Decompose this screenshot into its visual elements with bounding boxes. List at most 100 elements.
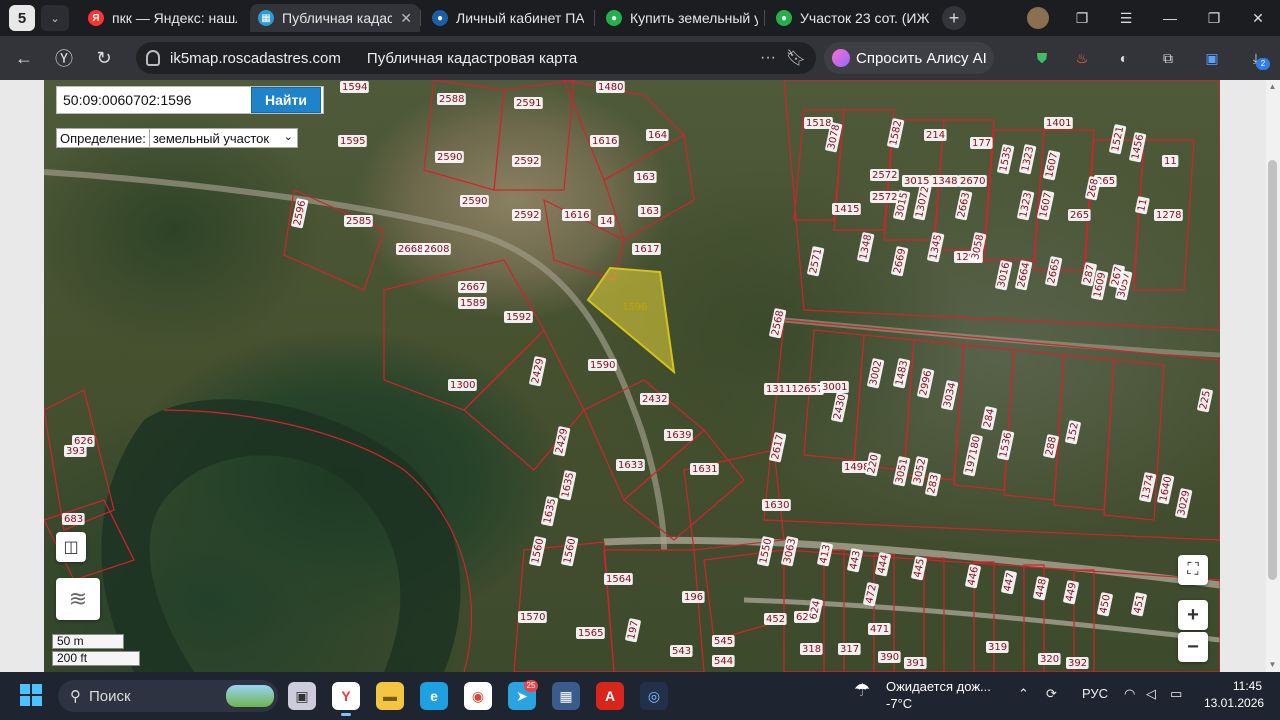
map-overlay: 1596 1594 2588 2591 1480 1595 1616 164 2590 2592… (44, 80, 1220, 672)
parcel-label: 225 (1197, 388, 1213, 413)
parcel-label: 318 (800, 643, 823, 655)
protect-shield-icon[interactable]: ⛊ (1030, 46, 1054, 70)
parcel-number: 317 (840, 644, 859, 655)
calculator-icon[interactable]: ▦ (552, 682, 580, 710)
restore-icon[interactable]: ❐ (1192, 0, 1236, 36)
measure-ruler-icon[interactable]: ◫ (56, 532, 86, 562)
extensions-icon[interactable]: ⧉ (1156, 46, 1180, 70)
tray-chevron-up-icon[interactable]: ⌃ (1018, 686, 1029, 702)
address-bar[interactable]: ik5map.roscadastres.com Публичная кадаст… (136, 42, 816, 74)
back-arrow-icon[interactable]: ← (4, 42, 44, 74)
browser-tab[interactable]: Япкк — Яндекс: нашло (80, 4, 245, 32)
selected-parcel-1596[interactable] (586, 266, 676, 375)
chrome-icon[interactable]: ◉ (464, 682, 492, 710)
wifi-icon[interactable]: ◠ (1124, 686, 1135, 702)
parcel-label: 2592 (512, 209, 541, 221)
parcel-label: 390 (878, 651, 901, 663)
edge-icon[interactable]: e (420, 682, 448, 710)
parcel-label: 196 (682, 591, 705, 603)
yandex-home-icon[interactable]: Ⓨ (44, 42, 84, 74)
browser-tab[interactable]: ● Купить земельный у (598, 4, 766, 32)
fullscreen-icon[interactable]: ⛶ (1178, 555, 1208, 585)
zoom-in-button[interactable]: + (1178, 600, 1208, 630)
task-view-icon[interactable]: ▣ (288, 682, 316, 710)
parcel-number: 2668 (398, 244, 423, 255)
parcel-label: 1631 (690, 463, 719, 475)
parcel-number: 3002 (868, 359, 884, 386)
parcel-label: 197 (625, 618, 641, 643)
taskbar-search[interactable]: ⚲ Поиск (58, 680, 278, 712)
definition-selected: земельный участок (152, 130, 270, 146)
close-window-icon[interactable]: ✕ (1236, 0, 1280, 36)
windows-start-icon[interactable] (20, 684, 42, 706)
reload-icon[interactable]: ↻ (84, 42, 124, 74)
scroll-up-icon[interactable]: ▲ (1268, 82, 1277, 92)
parcel-number: 471 (870, 624, 889, 635)
chevron-down-icon[interactable]: ⌄ (284, 130, 293, 143)
parcel-label: 1323 (1019, 144, 1036, 175)
parcel-label: 1616 (590, 135, 619, 147)
tab-separator (420, 10, 421, 26)
system-clock[interactable]: 11:45 13.01.2026 (1204, 678, 1264, 712)
input-language[interactable]: РУС (1082, 686, 1108, 701)
flame-extension-icon[interactable]: ♨ (1070, 46, 1094, 70)
parcel-number: 447 (1002, 572, 1017, 593)
browser-tab[interactable]: ▦ Публичная кадаст ✕ (250, 4, 420, 32)
parcel-number: 1483 (894, 359, 910, 386)
cadastral-map[interactable]: 1596 1594 2588 2591 1480 1595 1616 164 2590 2592… (44, 80, 1220, 672)
document-extension-icon[interactable]: ▣ (1200, 46, 1224, 70)
notifications-icon[interactable]: ☰ (1104, 0, 1148, 36)
parcel-label: 3034 (941, 380, 958, 411)
tab-list-chevron-icon[interactable]: ⌄ (41, 5, 69, 31)
parcel-label: 451 (1131, 592, 1147, 617)
scrollbar-thumb[interactable] (1268, 160, 1277, 580)
close-tab-icon[interactable]: ✕ (400, 10, 412, 27)
volume-icon[interactable]: ◁ (1146, 686, 1156, 702)
yandex-browser-icon[interactable]: Y (332, 682, 360, 716)
sync-icon[interactable]: ⟳ (1046, 686, 1057, 702)
parcel-number: 446 (966, 566, 981, 587)
pdf-reader-icon[interactable]: A (596, 682, 624, 710)
profile-avatar-icon[interactable] (1016, 0, 1060, 36)
parcel-label: 2667 (458, 281, 487, 293)
parcel-number: 320 (1040, 654, 1059, 665)
page-menu-dots-icon[interactable]: ··· (760, 49, 776, 67)
parcel-label: 14 (598, 215, 615, 227)
app-circle-icon[interactable]: ◎ (640, 682, 668, 710)
new-tab-button[interactable]: + (942, 6, 966, 30)
weather-widget[interactable]: ☂ Ожидается дож... -7°C (854, 678, 991, 712)
scroll-down-icon[interactable]: ▼ (1268, 660, 1277, 670)
file-explorer-icon[interactable]: ▬ (376, 682, 404, 710)
parcel-label: 1483 (893, 358, 910, 389)
cadastral-number-input[interactable] (57, 87, 245, 113)
find-button[interactable]: Найти (251, 87, 321, 113)
bookmark-icon[interactable]: 🔖︎ (786, 48, 806, 68)
parcel-number: 1560 (562, 537, 578, 564)
parcel-number: 1607 (1044, 151, 1060, 178)
parcel-label: 444 (875, 552, 891, 577)
browser-tab-title: Купить земельный у (630, 10, 758, 26)
collections-icon[interactable]: ❐ (1060, 0, 1104, 36)
parcel-label: 450 (1097, 592, 1113, 617)
browser-profile-badge[interactable]: 5 (9, 5, 35, 31)
parcel-number: 1536 (998, 431, 1014, 458)
layers-icon[interactable]: ≋ (56, 578, 100, 620)
browser-tab[interactable]: ● Личный кабинет ПАО (424, 4, 592, 32)
parcel-number: 445 (912, 558, 927, 579)
parcel-number: 2432 (642, 394, 667, 405)
parcel-label: 1564 (604, 573, 633, 585)
zoom-out-button[interactable]: − (1178, 632, 1208, 662)
parcel-number: 451 (1132, 594, 1147, 615)
battery-icon[interactable]: ▭ (1170, 686, 1182, 702)
site-security-icon[interactable] (146, 50, 160, 66)
minimize-icon[interactable]: — (1148, 0, 1192, 36)
ask-alice-button[interactable]: Спросить Алису AI (824, 42, 994, 74)
parcel-number: 1323 (1018, 191, 1034, 218)
vpn-extension-icon[interactable]: ◐ (1112, 46, 1136, 70)
parcel-label: 2430 (831, 392, 848, 423)
parcel-number: 392 (1068, 658, 1087, 669)
browser-tab[interactable]: ● Участок 23 сот. (ИЖС (768, 4, 938, 32)
definition-select[interactable]: земельный участок (148, 129, 297, 147)
parcel-label: 2668 (396, 243, 425, 255)
parcel-label: 1415 (832, 203, 861, 215)
